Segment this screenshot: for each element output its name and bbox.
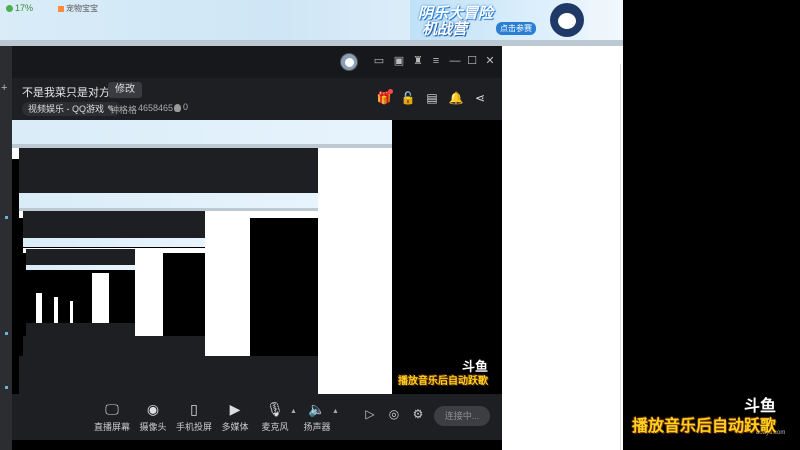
camera-button[interactable]: ◉ 摄像头 xyxy=(133,400,173,433)
microphone-dropdown-icon[interactable]: ▲ xyxy=(290,408,297,415)
room-id: 4658465 xyxy=(138,103,174,113)
menu-icon[interactable]: ≡ xyxy=(429,54,443,68)
desktop-left-rail: + xyxy=(0,46,12,450)
camera-icon: ◉ xyxy=(146,401,160,417)
speaker-icon: 🔈 xyxy=(308,401,326,417)
banner-line2: 机战营 xyxy=(422,21,468,38)
phone-cast-button[interactable]: ▯ 手机投屏 xyxy=(174,400,214,433)
rate-indicator: 17% xyxy=(6,3,33,13)
speaker-dropdown-icon[interactable]: ▲ xyxy=(332,408,339,415)
desktop-right-panel xyxy=(502,64,623,450)
edit-title-button[interactable]: 修改 xyxy=(108,82,142,98)
play-icon: ▶ xyxy=(229,401,241,417)
room-info: 不是我菜只是对方太强 修改 视频娱乐 - QQ游戏 ✎ 钟格格 4658465 0… xyxy=(12,78,502,120)
streaming-app-window: ▭ ▣ ♜ ≡ — ☐ ✕ 不是我菜只是对方太强 修改 视频娱乐 - QQ游戏 ✎… xyxy=(12,46,502,440)
penguin-mascot-icon xyxy=(550,3,584,37)
streamer-name: 钟格格 xyxy=(110,105,138,115)
banner-cta[interactable]: 点击参赛 xyxy=(496,22,536,35)
screen-share-button[interactable]: 🖵 直播屏幕 xyxy=(92,400,132,433)
go-live-button[interactable]: 连接中... xyxy=(434,406,490,426)
preview-capture-level1 xyxy=(12,120,392,394)
phone-icon: ▯ xyxy=(190,401,198,417)
flame-icon xyxy=(174,103,181,112)
speaker-button[interactable]: 🔈 扬声器 xyxy=(297,400,337,433)
rate-icon xyxy=(6,5,13,13)
microphone-icon: 🎙 xyxy=(266,401,284,417)
heat-count: 0 xyxy=(174,102,188,112)
microphone-button[interactable]: 🎙 麦克风 xyxy=(255,400,295,433)
title-bar: ▭ ▣ ♜ ≡ — ☐ ✕ xyxy=(12,46,502,78)
media-button[interactable]: ▶ 多媒体 xyxy=(215,400,255,433)
close-icon[interactable]: ✕ xyxy=(483,54,497,68)
notification-dot xyxy=(388,89,393,94)
bell-icon[interactable]: 🔔 xyxy=(448,90,464,106)
pet-icon xyxy=(58,5,64,12)
bottom-toolbar: 🖵 直播屏幕 ◉ 摄像头 ▯ 手机投屏 ▶ 多媒体 🎙 麦克风 ▲ 🔈 扬声器 … xyxy=(12,394,502,440)
layout-icon[interactable]: ▤ xyxy=(424,90,440,106)
desktop-top-strip: 17% 宠物宝宝 阴乐大冒险 机战营 点击参赛 xyxy=(0,0,623,40)
live-preview[interactable]: 斗鱼 播放音乐后自动跃歌 xyxy=(12,120,502,394)
nested-window-level2 xyxy=(23,211,205,356)
pet-link[interactable]: 宠物宝宝 xyxy=(58,3,98,14)
plus-icon[interactable]: + xyxy=(1,82,7,94)
screen-icon[interactable]: ▭ xyxy=(372,54,386,68)
event-banner[interactable]: 阴乐大冒险 机战营 点击参赛 xyxy=(410,0,588,40)
settings-gear-icon[interactable]: ⚙ xyxy=(410,406,426,422)
record-icon[interactable]: ▷ xyxy=(362,406,378,422)
share-icon[interactable]: ⋖ xyxy=(472,90,488,106)
maximize-icon[interactable]: ☐ xyxy=(465,54,479,68)
lock-icon[interactable]: 🔓 xyxy=(400,90,416,106)
shirt-icon[interactable]: ♜ xyxy=(411,54,425,68)
monitor-icon[interactable]: ▣ xyxy=(392,54,406,68)
nested-window-level1 xyxy=(19,148,318,394)
desktop-black-area xyxy=(623,0,800,450)
preview-caption: 播放音乐后自动跃歌 xyxy=(398,376,488,387)
eye-icon[interactable]: ◎ xyxy=(386,406,402,422)
avatar[interactable] xyxy=(340,53,358,71)
gift-icon[interactable]: 🎁 xyxy=(376,89,393,106)
screen-share-icon: 🖵 xyxy=(105,401,119,417)
music-caption: 播放音乐后自动跃歌 xyxy=(632,418,777,435)
minimize-icon[interactable]: — xyxy=(448,54,462,68)
category-selector[interactable]: 视频娱乐 - QQ游戏 ✎ xyxy=(22,102,121,116)
